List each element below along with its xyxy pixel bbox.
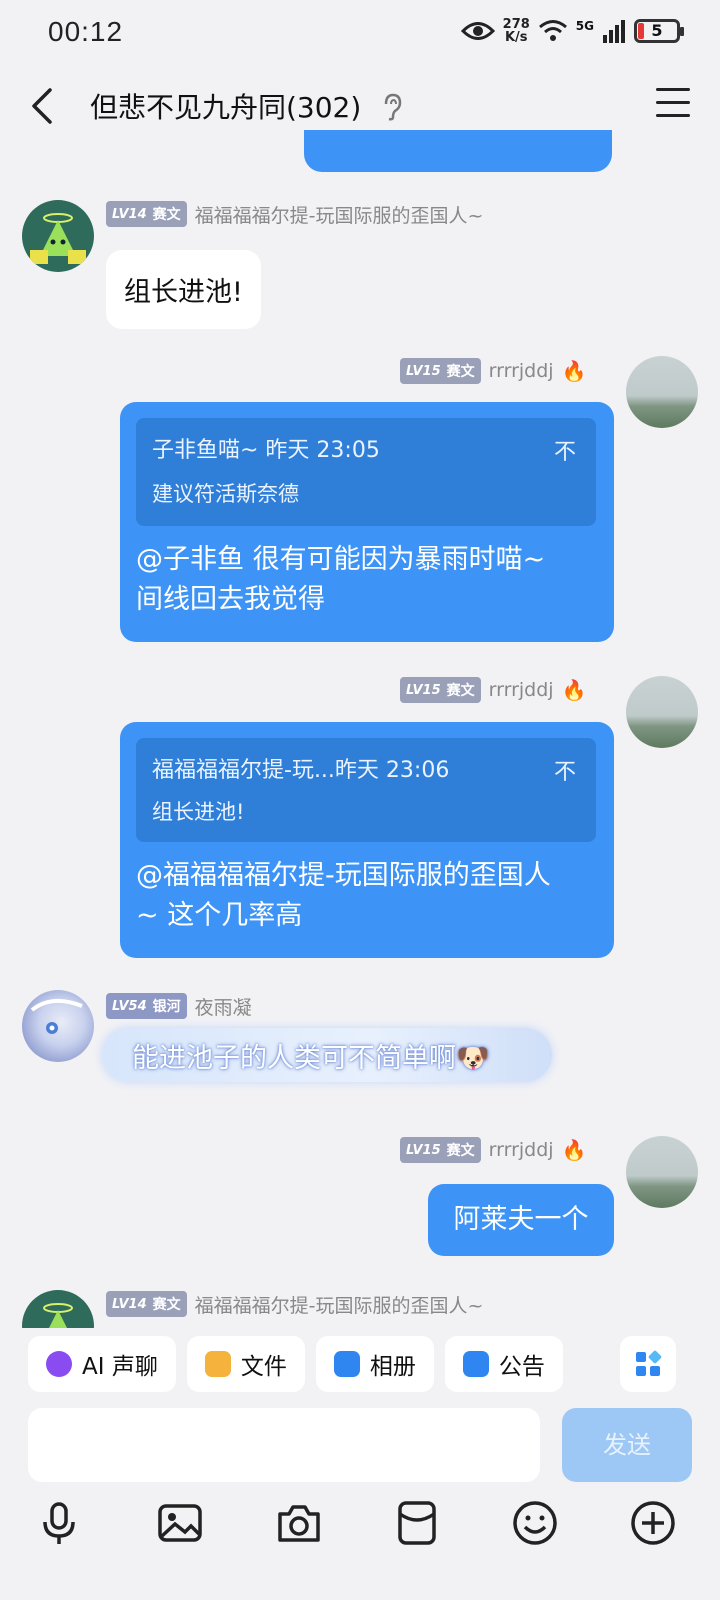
fire-icon: 🔥 [561,1138,587,1162]
message-bubble[interactable]: 福福福福尔提-玩...昨天 23:06 组长进池! 不 @福福福福尔提-玩国际服… [120,722,614,958]
composer-panel: AI 声聊 文件 相册 公告 发送 [0,1328,720,1600]
level-badge: LV15 赛文 [400,358,481,384]
level-badge: LV54 银河 [106,993,187,1019]
quote-collapse-icon[interactable]: 不 [554,434,576,466]
message-meta: LV14 赛文 福福福福尔提-玩国际服的歪国人~ [106,1290,483,1318]
send-button[interactable]: 发送 [562,1408,692,1482]
status-bar: 00:12 278 K/s 5G 5 [0,0,720,68]
sender-name[interactable]: rrrrjddj [489,679,554,701]
message-text: 能进池子的人类可不简单啊🐶 [132,1043,490,1074]
sender-name[interactable]: 福福福福尔提-玩国际服的歪国人~ [195,201,484,228]
chat-title[interactable]: 但悲不见九舟同(302) [90,86,361,126]
apps-grid-icon [636,1350,662,1376]
status-icons: 278 K/s 5G 5 [460,17,684,45]
avatar[interactable] [626,356,698,428]
menu-button[interactable] [656,88,690,120]
eye-icon [460,22,495,40]
sender-name[interactable]: rrrrjddj [489,360,554,382]
album-icon [333,1351,360,1377]
message-meta: LV15 赛文 rrrrjddj 🔥 [400,1136,587,1164]
network-type: 5G [575,19,594,33]
camera-icon[interactable] [274,1498,324,1548]
message-text: @子非鱼 很有可能因为暴雨时喵~ 间线回去我觉得 [136,544,546,615]
fire-icon: 🔥 [561,359,587,383]
quote-collapse-icon[interactable]: 不 [554,754,576,786]
level-badge: LV15 赛文 [400,677,481,703]
level-badge: LV14 赛文 [106,201,187,227]
message-meta: LV14 赛文 福福福福尔提-玩国际服的歪国人~ [106,200,483,228]
folder-icon [204,1351,231,1377]
ai-voice-icon [46,1351,72,1377]
emoji-icon[interactable] [510,1498,560,1548]
red-packet-icon[interactable] [392,1498,442,1548]
avatar-image [30,998,83,1034]
announcement-button[interactable]: 公告 [444,1336,563,1392]
more-apps-button[interactable] [620,1336,676,1392]
fire-icon: 🔥 [561,678,587,702]
quoted-message[interactable]: 子非鱼喵~ 昨天 23:05 建议符活斯奈德 不 [136,418,596,526]
file-button[interactable]: 文件 [186,1336,305,1392]
avatar-image [30,213,86,264]
quick-actions: AI 声聊 文件 相册 公告 [28,1336,563,1392]
message-meta: LV15 赛文 rrrrjddj 🔥 [400,357,587,385]
message-input[interactable] [28,1408,540,1482]
message-bubble[interactable]: 能进池子的人类可不简单啊🐶 [102,1028,552,1082]
wifi-icon [538,20,567,41]
quote-header: 子非鱼喵~ 昨天 23:05 [152,438,380,463]
ai-voice-chat-button[interactable]: AI 声聊 [28,1336,176,1392]
net-speed: 278 K/s [502,17,530,45]
avatar[interactable] [626,1136,698,1208]
message-bubble[interactable]: 子非鱼喵~ 昨天 23:05 建议符活斯奈德 不 @子非鱼 很有可能因为暴雨时喵… [120,402,614,642]
album-button[interactable]: 相册 [315,1336,434,1392]
clock: 00:12 [48,16,124,47]
level-badge: LV14 赛文 [106,1291,187,1317]
avatar[interactable] [22,990,94,1062]
announcement-icon [462,1351,489,1377]
message-meta: LV15 赛文 rrrrjddj 🔥 [400,676,587,704]
quote-text: 组长进池! [152,800,245,824]
battery-icon: 5 [634,19,684,43]
message-bubble[interactable]: 阿莱夫一个 [428,1184,614,1256]
previous-message-bubble[interactable] [304,130,612,172]
quoted-message[interactable]: 福福福福尔提-玩...昨天 23:06 组长进池! 不 [136,738,596,842]
battery-level: 5 [651,21,663,40]
avatar[interactable] [22,200,94,272]
plus-icon[interactable] [628,1498,678,1548]
sender-name[interactable]: 夜雨凝 [195,993,252,1020]
microphone-icon[interactable] [34,1498,84,1548]
quote-text: 建议符活斯奈德 [152,482,299,506]
sender-name[interactable]: 福福福福尔提-玩国际服的歪国人~ [195,1291,484,1318]
message-text: @福福福福尔提-玩国际服的歪国人 ~ 这个几率高 [136,860,551,931]
input-toolbar [0,1498,720,1570]
sender-name[interactable]: rrrrjddj [489,1139,554,1161]
quote-header: 福福福福尔提-玩...昨天 23:06 [152,758,450,783]
avatar[interactable] [626,676,698,748]
back-button[interactable] [22,84,66,128]
message-meta: LV54 银河 夜雨凝 [106,992,252,1020]
signal-icon [603,20,625,43]
image-icon[interactable] [155,1498,205,1548]
level-badge: LV15 赛文 [400,1137,481,1163]
ear-icon [384,93,402,121]
message-bubble[interactable]: 组长进池! [106,250,261,329]
